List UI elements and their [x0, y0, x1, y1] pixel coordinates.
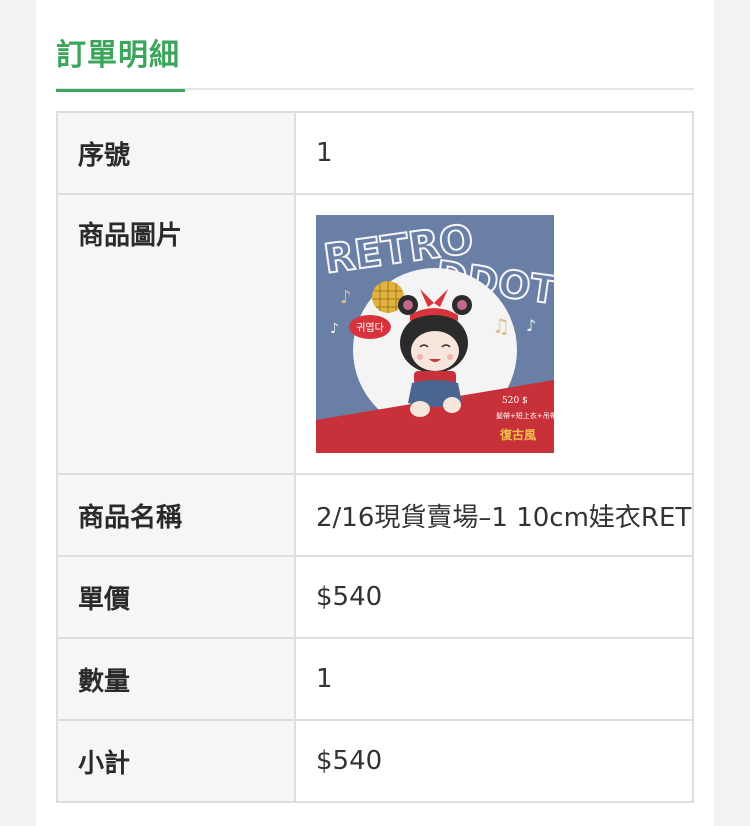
svg-text:♫: ♫ [492, 314, 510, 338]
product-name-value: 2/16現貨賣場–1 10cm娃衣RETRO [294, 473, 694, 557]
subtotal-label: 小計 [56, 719, 296, 803]
row-unit-price: 單價 $540 [56, 555, 694, 639]
product-image-cell: RETRO DDOT ♪ ♪ ♫ ♪ 귀엽다 520 $ 髮帶+短上衣+吊 復古… [294, 193, 694, 475]
image-sticker-text: 귀엽다 [356, 322, 384, 334]
row-product-image: 商品圖片 RETRO DDOT ♪ ♪ ♫ ♪ 귀엽다 520 $ 髮帶+短上衣… [56, 193, 694, 475]
order-detail-card: 訂單明細 序號 1 商品圖片 RETRO DDOT ♪ ♪ ♫ ♪ 귀엽다 52… [36, 0, 714, 826]
serial-value: 1 [294, 111, 694, 195]
row-product-name: 商品名稱 2/16現貨賣場–1 10cm娃衣RETRO [56, 473, 694, 557]
unit-price-label: 單價 [56, 555, 296, 639]
image-style-text: 復古風 [499, 427, 536, 442]
section-title: 訂單明細 [56, 38, 180, 73]
image-price-text: 520 $ [502, 396, 528, 406]
title-accent-bar [56, 89, 185, 92]
serial-label: 序號 [56, 111, 296, 195]
quantity-label: 數量 [56, 637, 296, 721]
svg-text:♪: ♪ [340, 287, 352, 308]
quantity-value: 1 [294, 637, 694, 721]
row-quantity: 數量 1 [56, 637, 694, 721]
subtotal-value: $540 [294, 719, 694, 803]
svg-text:♪: ♪ [330, 321, 339, 337]
row-serial: 序號 1 [56, 111, 694, 195]
image-items-text: 髮帶+短上衣+吊帶褲 [496, 411, 554, 420]
product-name-label: 商品名稱 [56, 473, 296, 557]
order-detail-table: 序號 1 商品圖片 RETRO DDOT ♪ ♪ ♫ ♪ 귀엽다 520 $ 髮… [56, 111, 694, 803]
product-image-label: 商品圖片 [56, 193, 296, 475]
product-image[interactable]: RETRO DDOT ♪ ♪ ♫ ♪ 귀엽다 520 $ 髮帶+短上衣+吊 復古… [316, 215, 554, 453]
unit-price-value: $540 [294, 555, 694, 639]
row-subtotal: 小計 $540 [56, 719, 694, 803]
svg-text:♪: ♪ [526, 316, 536, 335]
